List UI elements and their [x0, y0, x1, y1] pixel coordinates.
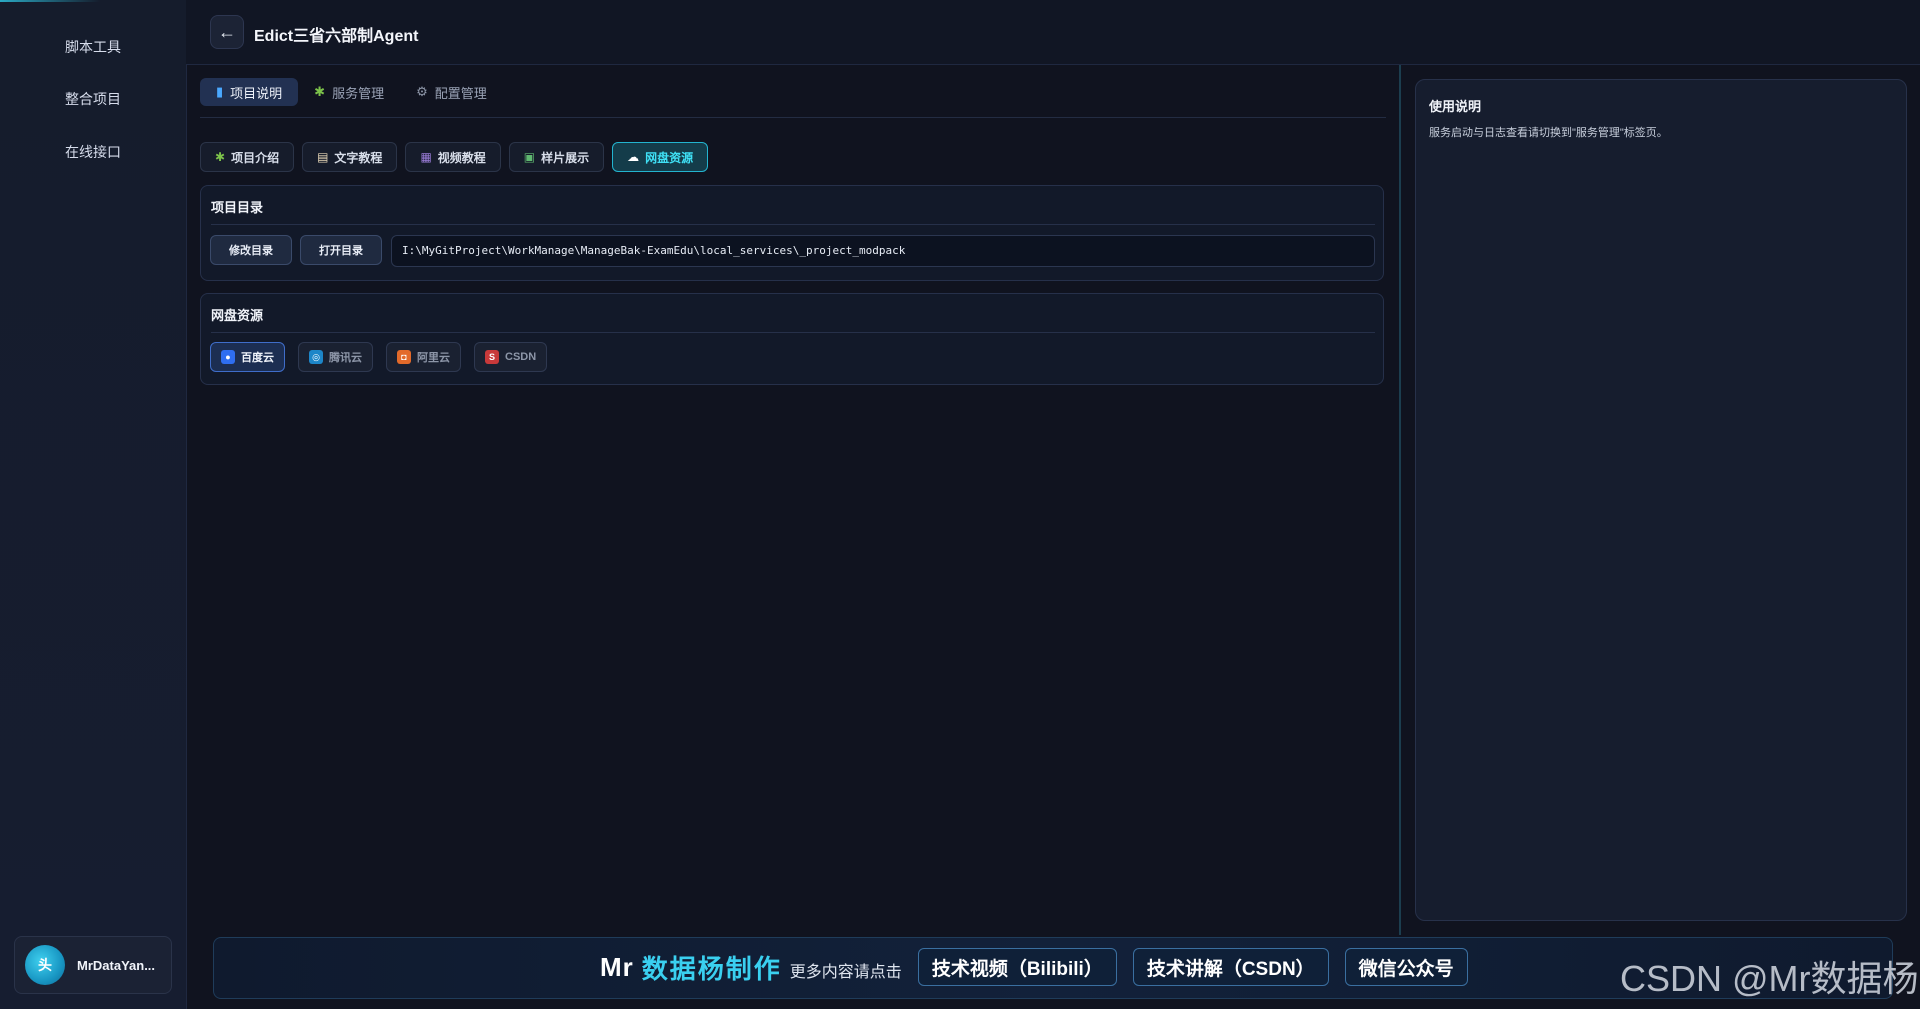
- subtab-label: 文字教程: [334, 150, 383, 165]
- page-title: Edict三省六部制Agent: [254, 28, 419, 45]
- more-text: 更多内容请点击: [789, 964, 902, 981]
- subtab-project-intro[interactable]: ✱ 项目介绍: [200, 142, 295, 172]
- sidebar-item-integrated-projects[interactable]: 整合项目: [0, 89, 186, 109]
- usage-panel: 使用说明 服务启动与日志查看请切换到"服务管理"标签页。: [1415, 79, 1907, 921]
- bilibili-link-button[interactable]: 技术视频（Bilibili）: [917, 948, 1117, 986]
- sidebar-item-script-tools[interactable]: 脚本工具: [0, 37, 186, 57]
- usage-title: 使用说明: [1429, 99, 1482, 114]
- main-content: ▮ 项目说明 ✱ 服务管理 ⚙ 配置管理 ✱ 项目介绍 ▤ 文字教程 ▦ 视频教…: [186, 65, 1400, 935]
- subtab-netdisk[interactable]: ☁ 网盘资源: [612, 142, 709, 172]
- tencent-cloud-button[interactable]: ◎ 腾讯云: [298, 342, 373, 372]
- subtab-video-tutorial[interactable]: ▦ 视频教程: [405, 142, 501, 172]
- open-dir-button[interactable]: 打开目录: [300, 235, 382, 265]
- tab-config-management[interactable]: ⚙ 配置管理: [400, 78, 503, 106]
- modify-dir-button[interactable]: 修改目录: [210, 235, 292, 265]
- header: ← Edict三省六部制Agent: [186, 0, 1920, 65]
- arrow-left-icon: ←: [218, 21, 236, 42]
- document-icon: ▤: [317, 150, 329, 164]
- cloud-icon: ☁: [627, 150, 640, 164]
- aliyun-icon: ◘: [397, 350, 411, 364]
- subtab-label: 视频教程: [437, 150, 486, 165]
- avatar[interactable]: 头: [25, 945, 65, 985]
- csdn-button[interactable]: S CSDN: [474, 342, 548, 372]
- baidu-cloud-button[interactable]: ● 百度云: [210, 342, 285, 372]
- tabs-divider: [200, 117, 1386, 118]
- panel-title: 项目目录: [211, 200, 264, 215]
- top-tabs: ▮ 项目说明 ✱ 服务管理 ⚙ 配置管理: [200, 78, 503, 106]
- button-label: 百度云: [241, 352, 274, 364]
- tab-label: 项目说明: [230, 85, 283, 101]
- puzzle-icon: ✱: [215, 150, 226, 164]
- dir-path-field[interactable]: I:\MyGitProject\WorkManage\ManageBak-Exa…: [391, 235, 1375, 267]
- usage-text: 服务启动与日志查看请切换到"服务管理"标签页。: [1429, 127, 1668, 139]
- picture-icon: ▣: [523, 150, 536, 164]
- panel-divider: [211, 224, 1375, 225]
- watermark: CSDN @Mr数据杨: [1620, 958, 1919, 999]
- back-button[interactable]: ←: [210, 15, 244, 49]
- csdn-link-button[interactable]: 技术讲解（CSDN）: [1132, 948, 1329, 986]
- puzzle-icon: ✱: [314, 84, 326, 99]
- aliyun-button[interactable]: ◘ 阿里云: [386, 342, 461, 372]
- csdn-icon: S: [485, 350, 499, 364]
- baidu-icon: ●: [221, 350, 235, 364]
- tab-label: 服务管理: [332, 85, 385, 101]
- subtab-text-tutorial[interactable]: ▤ 文字教程: [302, 142, 398, 172]
- subtab-samples[interactable]: ▣ 样片展示: [508, 142, 605, 172]
- book-icon: ▮: [216, 84, 224, 99]
- subtab-label: 样片展示: [541, 150, 590, 165]
- tab-project-info[interactable]: ▮ 项目说明: [200, 78, 299, 106]
- subtab-label: 网盘资源: [645, 150, 694, 165]
- button-label: 腾讯云: [329, 352, 362, 364]
- user-card[interactable]: 头 MrDataYan...: [14, 936, 172, 994]
- netdisk-panel: 网盘资源 ● 百度云 ◎ 腾讯云 ◘ 阿里云 S CSDN: [200, 293, 1384, 385]
- sub-tabs: ✱ 项目介绍 ▤ 文字教程 ▦ 视频教程 ▣ 样片展示 ☁ 网盘资源: [200, 142, 709, 172]
- tab-label: 配置管理: [434, 85, 487, 101]
- button-label: CSDN: [505, 351, 537, 363]
- clapper-icon: ▦: [420, 150, 432, 164]
- wechat-link-button[interactable]: 微信公众号: [1344, 948, 1468, 986]
- subtab-label: 项目介绍: [231, 150, 280, 165]
- footer-content: Mr 数据杨制作 更多内容请点击 技术视频（Bilibili） 技术讲解（CSD…: [600, 948, 1468, 986]
- vertical-divider: [1399, 65, 1401, 935]
- brand-text: Mr: [600, 951, 634, 982]
- project-dir-panel: 项目目录 修改目录 打开目录 I:\MyGitProject\WorkManag…: [200, 185, 1384, 281]
- panel-title: 网盘资源: [211, 308, 264, 323]
- sidebar-item-online-api[interactable]: 在线接口: [0, 142, 186, 162]
- brand-accent-text: 数据杨制作: [641, 953, 782, 984]
- sidebar: 脚本工具 整合项目 在线接口 头 MrDataYan...: [0, 0, 187, 1009]
- tencent-icon: ◎: [309, 350, 323, 364]
- button-label: 阿里云: [417, 352, 450, 364]
- sidebar-accent-line: [0, 0, 100, 2]
- tab-service-management[interactable]: ✱ 服务管理: [298, 78, 400, 106]
- panel-divider: [211, 332, 1375, 333]
- user-name: MrDataYan...: [77, 957, 156, 973]
- gear-icon: ⚙: [416, 84, 428, 99]
